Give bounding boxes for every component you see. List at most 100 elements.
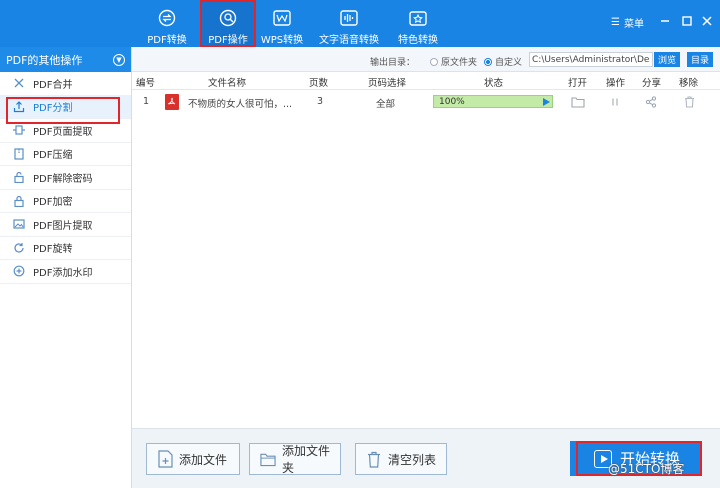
pause-icon[interactable] <box>608 95 622 108</box>
add-file-button[interactable]: 添加文件 <box>146 443 240 475</box>
menu-label: 菜单 <box>623 19 644 30</box>
column-header: 操作 <box>606 78 626 89</box>
tab-pdf-convert[interactable]: PDF转换 <box>140 0 194 47</box>
tab-label: PDF转换 <box>147 35 187 46</box>
open-directory-button[interactable]: 目录 <box>687 52 713 67</box>
sidebar-item-compress[interactable]: PDF压缩 <box>0 143 131 166</box>
output-path-input[interactable] <box>529 52 653 67</box>
file-table-header: 编号 文件名称 页数 页码选择 状态 打开 操作 分享 移除 <box>132 72 720 90</box>
add-folder-button[interactable]: 添加文件夹 <box>249 443 341 475</box>
column-header: 移除 <box>679 78 699 89</box>
pdf-file-icon <box>165 94 179 110</box>
sidebar-item-label: PDF压缩 <box>33 150 73 162</box>
row-file-name: 不物质的女人很可怕，... <box>188 99 293 110</box>
column-header: 分享 <box>642 78 662 89</box>
top-navigation-bar: PDF转换 PDF操作 WPS转换 文字语音转换 特色转换 ☰ 菜单 <box>0 0 720 47</box>
tab-special-convert[interactable]: 特色转换 <box>394 0 442 47</box>
play-icon[interactable] <box>543 98 550 106</box>
split-icon <box>13 100 25 113</box>
sidebar-item-label: PDF分割 <box>33 103 73 115</box>
tab-pdf-operation[interactable]: PDF操作 <box>200 0 256 47</box>
lock-icon <box>13 195 25 207</box>
sidebar-item-label: PDF加密 <box>33 197 73 209</box>
row-page-select[interactable]: 全部 <box>376 96 395 110</box>
sidebar-item-label: PDF旋转 <box>33 244 73 256</box>
watermark-text: @51CTO博客 <box>608 462 685 476</box>
add-file-icon <box>157 450 173 468</box>
sidebar-item-merge[interactable]: PDF合并 <box>0 72 131 96</box>
column-header: 打开 <box>568 78 588 89</box>
clear-list-button[interactable]: 清空列表 <box>355 443 447 475</box>
output-toolbar: 输出目录： 原文件夹 自定义 浏览 目录 <box>132 47 720 72</box>
sidebar-item-label: PDF添加水印 <box>33 267 93 279</box>
sidebar-item-label: PDF解除密码 <box>33 173 93 185</box>
radio-selected-icon <box>484 57 492 66</box>
tab-label: 特色转换 <box>398 35 438 46</box>
merge-icon <box>13 77 25 89</box>
voice-wave-icon <box>339 9 359 27</box>
rotate-icon <box>13 242 25 254</box>
progress-text: 100% <box>439 97 465 107</box>
maximize-icon <box>682 16 692 26</box>
column-header: 状态 <box>484 78 504 89</box>
row-index: 1 <box>143 96 150 107</box>
unlock-icon <box>13 171 25 184</box>
add-folder-icon <box>260 450 276 468</box>
maximize-button[interactable] <box>680 14 694 28</box>
column-header: 文件名称 <box>208 78 247 89</box>
clear-list-label: 清空列表 <box>388 452 437 467</box>
image-extract-icon <box>13 218 25 230</box>
row-progress-bar: 100% <box>433 95 553 108</box>
browse-button[interactable]: 浏览 <box>654 52 680 67</box>
tab-label: 文字语音转换 <box>319 35 379 46</box>
share-icon[interactable] <box>644 95 658 108</box>
menu-button[interactable]: ☰ 菜单 <box>611 15 644 30</box>
column-header: 页码选择 <box>368 78 407 89</box>
sidebar-item-label: PDF合并 <box>33 79 73 91</box>
radio-custom-folder[interactable]: 自定义 <box>484 55 522 68</box>
tab-label: WPS转换 <box>260 35 304 46</box>
trash-icon <box>366 450 382 468</box>
bottom-action-bar: 添加文件 添加文件夹 清空列表 开始转换 <box>132 428 720 488</box>
sidebar-item-split[interactable]: PDF分割 <box>0 95 131 123</box>
compress-icon <box>13 148 25 160</box>
sidebar-item-label: PDF图片提取 <box>33 220 93 232</box>
add-file-label: 添加文件 <box>179 452 228 467</box>
close-icon <box>702 16 712 26</box>
sidebar-title: PDF的其他操作 <box>6 53 83 67</box>
row-page-count: 3 <box>317 96 324 107</box>
output-directory-label: 输出目录： <box>370 58 416 68</box>
minimize-icon <box>661 20 669 22</box>
sidebar-item-add-watermark[interactable]: PDF添加水印 <box>0 260 131 284</box>
radio-label: 原文件夹 <box>441 58 478 68</box>
watermark-add-icon <box>13 265 25 277</box>
page-extract-icon <box>13 124 25 136</box>
column-header: 编号 <box>136 78 156 89</box>
open-folder-icon[interactable] <box>571 95 585 108</box>
sidebar-item-encrypt[interactable]: PDF加密 <box>0 190 131 213</box>
close-button[interactable] <box>700 14 714 28</box>
column-header: 页数 <box>309 78 329 89</box>
wps-icon <box>272 9 292 27</box>
sidebar: PDF的其他操作 ▼ PDF合并 PDF分割 PDF页面提取 PDF压缩 PDF… <box>0 47 132 488</box>
special-convert-icon <box>408 9 428 27</box>
table-row[interactable]: 1 不物质的女人很可怕，... 3 全部 100% <box>132 90 720 114</box>
tab-label: PDF操作 <box>208 35 248 46</box>
sidebar-header[interactable]: PDF的其他操作 ▼ <box>0 47 131 72</box>
chevron-down-icon[interactable]: ▼ <box>113 53 125 66</box>
tab-wps-convert[interactable]: WPS转换 <box>259 0 305 47</box>
radio-label: 自定义 <box>495 58 523 68</box>
sidebar-item-image-extract[interactable]: PDF图片提取 <box>0 213 131 237</box>
sidebar-item-page-extract[interactable]: PDF页面提取 <box>0 119 131 143</box>
trash-icon[interactable] <box>682 95 696 108</box>
site-watermark: @51CTO博客 <box>608 460 684 477</box>
sidebar-item-unlock[interactable]: PDF解除密码 <box>0 166 131 190</box>
sidebar-item-rotate[interactable]: PDF旋转 <box>0 237 131 260</box>
sidebar-item-label: PDF页面提取 <box>33 126 93 138</box>
minimize-button[interactable] <box>658 14 672 28</box>
tab-text-voice[interactable]: 文字语音转换 <box>318 0 380 47</box>
radio-original-folder[interactable]: 原文件夹 <box>430 55 477 68</box>
add-folder-label: 添加文件夹 <box>282 444 331 475</box>
hamburger-icon: ☰ <box>611 17 620 28</box>
pdf-convert-icon <box>157 9 177 27</box>
